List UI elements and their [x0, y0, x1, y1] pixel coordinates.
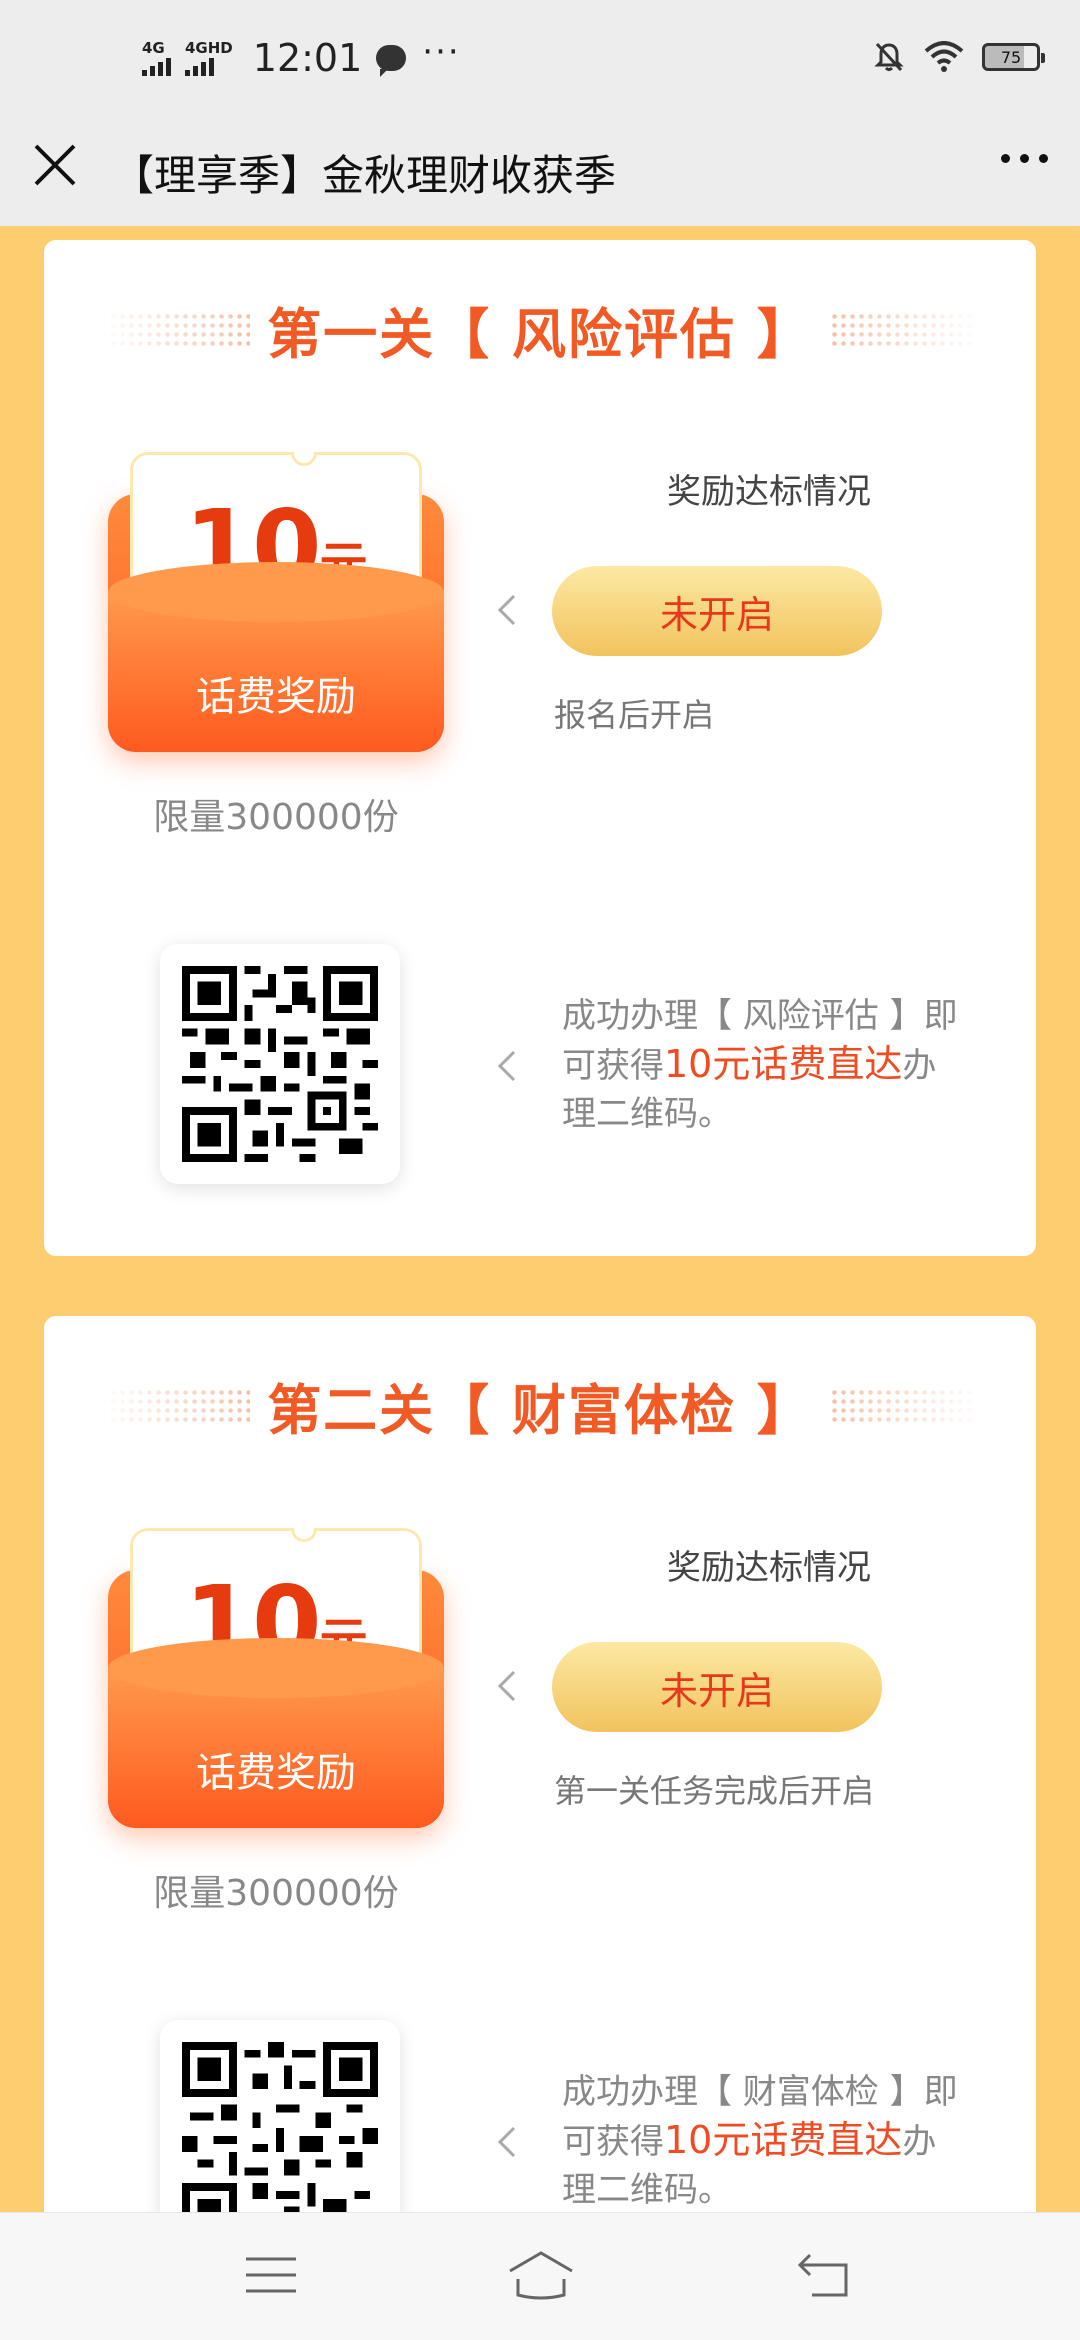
page-title: 【理享季】金秋理财收获季 — [112, 151, 617, 200]
status-title: 奖励达标情况 — [667, 472, 871, 512]
level-heading-text: 第二关【 财富体检 】 — [267, 1379, 813, 1442]
clock: 12:01 — [252, 36, 363, 80]
reward-limit: 限量300000份 — [153, 797, 399, 838]
qr-code[interactable] — [160, 2020, 400, 2212]
wifi-icon — [924, 41, 964, 72]
message-notification-icon — [376, 45, 407, 77]
signal-bars-icon — [142, 56, 171, 76]
battery-icon: 75 — [982, 43, 1045, 71]
more-menu-icon[interactable] — [1001, 154, 1048, 163]
qr-description: 成功办理【 财富体检 】即可获得10元话费直达办理二维码。 — [562, 2068, 962, 2212]
chevron-left-icon — [497, 594, 516, 626]
status-note: 第一关任务完成后开启 — [554, 1772, 875, 1810]
status-title: 奖励达标情况 — [667, 1548, 871, 1588]
system-nav-bar — [0, 2212, 1080, 2340]
status-button[interactable]: 未开启 — [552, 566, 882, 656]
level-heading-text: 第一关【 风险评估 】 — [267, 303, 813, 366]
status-button[interactable]: 未开启 — [552, 1642, 882, 1732]
status-left: 4G 4GHD 12:01 ··· — [142, 32, 461, 80]
status-right: 75 — [872, 40, 1045, 74]
level-heading: 第一关【 风险评估 】 — [44, 290, 1036, 369]
level-card-2: 第二关【 财富体检 】 10元 话费奖励 限量300000份 奖励达标情况 未开… — [44, 1316, 1036, 2212]
network-type-sim1: 4G — [142, 39, 165, 57]
level-heading: 第二关【 财富体检 】 — [44, 1366, 1036, 1445]
home-icon[interactable] — [506, 2245, 576, 2305]
reward-envelope: 10元 话费奖励 — [108, 452, 444, 752]
title-bar: 【理享季】金秋理财收获季 — [0, 120, 1080, 226]
qr-description: 成功办理【 风险评估 】即可获得10元话费直达办理二维码。 — [562, 992, 962, 1138]
qr-code[interactable] — [160, 944, 400, 1184]
content-area[interactable]: 第一关【 风险评估 】 10元 话费奖励 限量300000份 奖励达标情况 未开… — [0, 226, 1080, 2212]
qr-code-image — [182, 2042, 378, 2212]
mute-bell-icon — [874, 42, 904, 72]
signal-sim2: 4GHD — [185, 40, 233, 76]
status-bar: 4G 4GHD 12:01 ··· 75 — [0, 0, 1080, 120]
level-card-1: 第一关【 风险评估 】 10元 话费奖励 限量300000份 奖励达标情况 未开… — [44, 240, 1036, 1256]
reward-label: 话费奖励 — [196, 1750, 356, 1796]
reward-label: 话费奖励 — [196, 674, 356, 720]
reward-limit: 限量300000份 — [153, 1873, 399, 1914]
signal-bars-icon — [185, 56, 214, 76]
network-type-sim2: 4GHD — [185, 39, 233, 57]
status-note: 报名后开启 — [554, 696, 715, 734]
more-notifications-icon: ··· — [422, 32, 461, 72]
chevron-left-icon — [497, 1050, 516, 1082]
back-icon[interactable] — [790, 2245, 860, 2305]
reward-envelope: 10元 话费奖励 — [108, 1528, 444, 1828]
qr-desc-highlight: 10元话费直达 — [664, 2118, 903, 2162]
qr-code-image — [182, 966, 378, 1162]
battery-level: 75 — [1000, 47, 1022, 67]
qr-desc-highlight: 10元话费直达 — [664, 1042, 903, 1086]
chevron-left-icon — [497, 1670, 516, 1702]
signal-sim1: 4G — [142, 40, 171, 76]
close-icon[interactable] — [30, 140, 80, 190]
menu-icon[interactable] — [236, 2245, 306, 2305]
chevron-left-icon — [497, 2126, 516, 2158]
